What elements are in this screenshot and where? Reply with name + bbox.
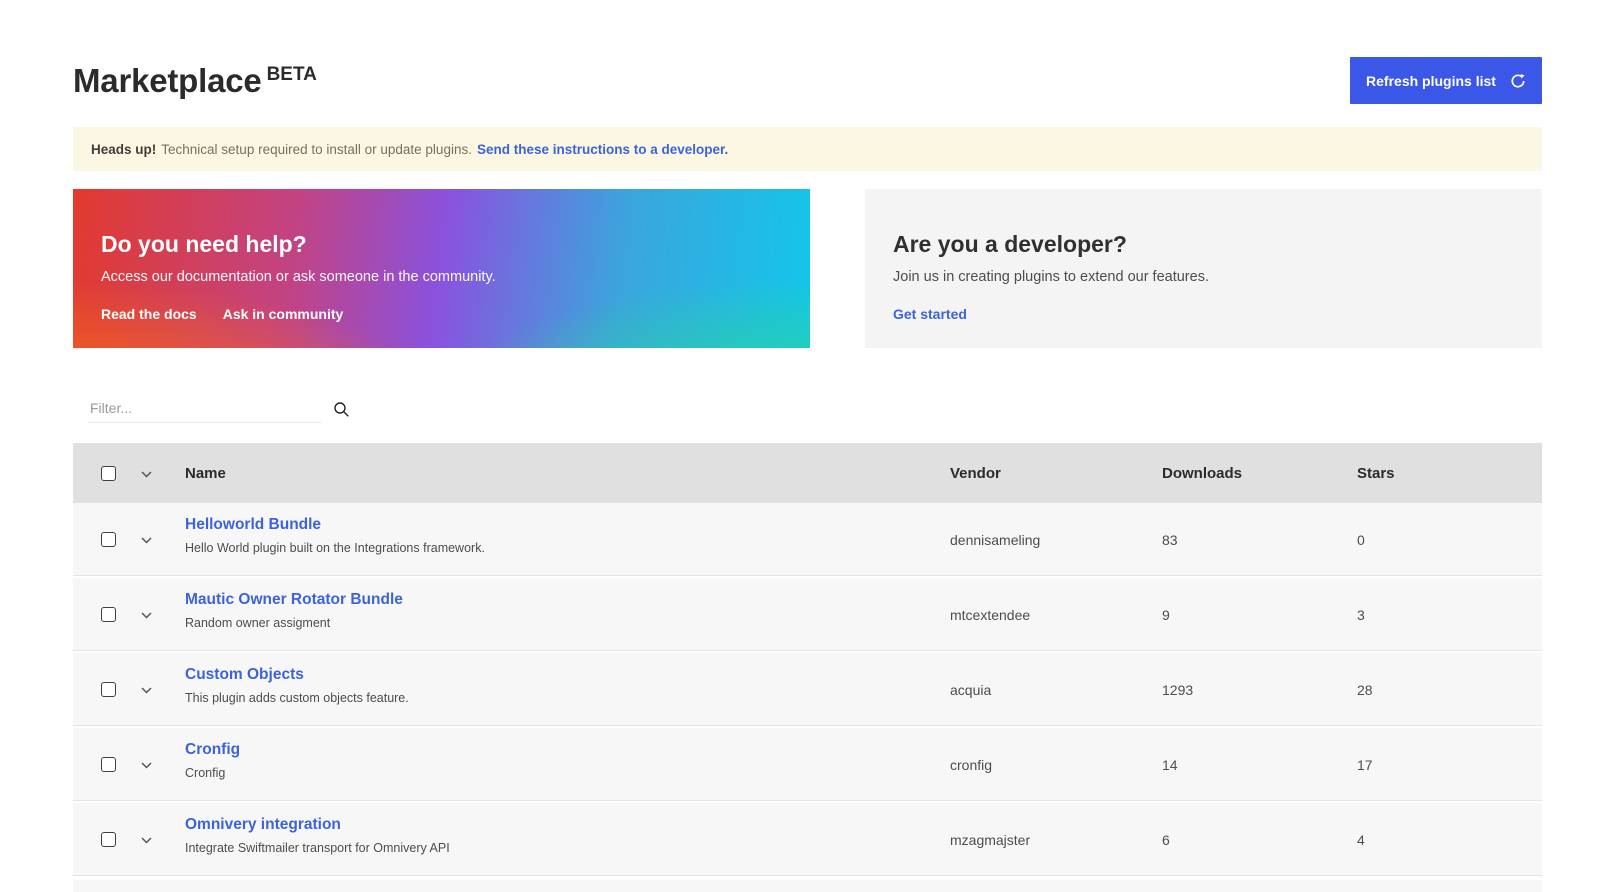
downloads-cell: 14 bbox=[1162, 757, 1357, 773]
stars-cell: 0 bbox=[1357, 532, 1542, 548]
help-card-title: Do you need help? bbox=[101, 231, 782, 258]
plugin-name-link[interactable]: Omnivery integration bbox=[185, 816, 341, 834]
plugin-name-cell: Helloworld Bundle Hello World plugin bui… bbox=[185, 503, 950, 555]
row-checkbox[interactable] bbox=[101, 757, 116, 772]
plugin-name-link[interactable]: Custom Objects bbox=[185, 666, 304, 684]
downloads-cell: 1293 bbox=[1162, 682, 1357, 698]
select-all-checkbox[interactable] bbox=[101, 466, 116, 481]
plugin-name-link[interactable]: Helloworld Bundle bbox=[185, 516, 321, 534]
developer-card: Are you a developer? Join us in creating… bbox=[865, 189, 1542, 348]
filter-row bbox=[73, 396, 1542, 423]
row-checkbox[interactable] bbox=[101, 607, 116, 622]
chevron-down-icon[interactable] bbox=[141, 471, 152, 478]
plugin-name-cell: Cronfig Cronfig bbox=[185, 728, 950, 780]
header-checkbox-cell bbox=[73, 466, 135, 481]
plugin-description: Random owner assigment bbox=[185, 616, 950, 630]
row-chevron-cell bbox=[135, 531, 185, 549]
refresh-icon bbox=[1510, 73, 1526, 89]
plugin-description: This plugin adds custom objects feature. bbox=[185, 691, 950, 705]
marketplace-page: MarketplaceBETA Refresh plugins list Hea… bbox=[73, 57, 1542, 892]
column-header-stars: Stars bbox=[1357, 465, 1542, 482]
refresh-plugins-button[interactable]: Refresh plugins list bbox=[1350, 57, 1542, 104]
table-row: Omnivery integration Integrate Swiftmail… bbox=[73, 803, 1542, 878]
plugin-name-cell: Custom Objects This plugin adds custom o… bbox=[185, 653, 950, 705]
developer-card-title: Are you a developer? bbox=[893, 231, 1514, 258]
alert-bold: Heads up! bbox=[91, 142, 156, 157]
chevron-down-icon[interactable] bbox=[141, 762, 152, 769]
chevron-down-icon[interactable] bbox=[141, 837, 152, 844]
plugin-name-link[interactable]: Cronfig bbox=[185, 741, 240, 759]
row-checkbox-cell bbox=[73, 532, 135, 547]
downloads-cell: 83 bbox=[1162, 532, 1357, 548]
row-checkbox-cell bbox=[73, 832, 135, 847]
chevron-down-icon[interactable] bbox=[141, 612, 152, 619]
plugin-description: Integrate Swiftmailer transport for Omni… bbox=[185, 841, 950, 855]
alert-text: Heads up! Technical setup required to ins… bbox=[91, 142, 728, 157]
header-chevron-cell bbox=[135, 465, 185, 482]
row-chevron-cell bbox=[135, 756, 185, 774]
vendor-cell: mzagmajster bbox=[950, 832, 1162, 848]
heads-up-alert: Heads up! Technical setup required to ins… bbox=[73, 127, 1542, 171]
plugin-name-cell: Omnivery integration Integrate Swiftmail… bbox=[185, 803, 950, 855]
column-header-downloads: Downloads bbox=[1162, 465, 1357, 482]
developer-card-links: Get started bbox=[893, 306, 1514, 322]
plugin-name-cell: Mautic Owner Rotator Bundle Random owner… bbox=[185, 578, 950, 630]
plugin-description: Hello World plugin built on the Integrat… bbox=[185, 541, 950, 555]
refresh-plugins-label: Refresh plugins list bbox=[1366, 73, 1496, 89]
page-title-text: Marketplace bbox=[73, 62, 262, 99]
table-row: Custom Objects This plugin adds custom o… bbox=[73, 653, 1542, 728]
row-chevron-cell bbox=[135, 606, 185, 624]
downloads-cell: 9 bbox=[1162, 607, 1357, 623]
row-checkbox-cell bbox=[73, 757, 135, 772]
ask-in-community-link[interactable]: Ask in community bbox=[223, 306, 344, 322]
downloads-cell: 6 bbox=[1162, 832, 1357, 848]
row-checkbox[interactable] bbox=[101, 832, 116, 847]
plugin-name-link[interactable]: Mautic Owner Rotator Bundle bbox=[185, 591, 403, 609]
table-row: Mautic Owner Rotator Bundle Random owner… bbox=[73, 578, 1542, 653]
read-the-docs-link[interactable]: Read the docs bbox=[101, 306, 197, 322]
search-icon[interactable] bbox=[333, 401, 350, 418]
page-title: MarketplaceBETA bbox=[73, 62, 317, 100]
help-card-description: Access our documentation or ask someone … bbox=[101, 269, 782, 285]
column-header-name: Name bbox=[185, 465, 950, 482]
table-row: Helloworld Bundle Hello World plugin bui… bbox=[73, 503, 1542, 578]
vendor-cell: mtcextendee bbox=[950, 607, 1162, 623]
developer-card-description: Join us in creating plugins to extend ou… bbox=[893, 269, 1514, 285]
filter-input[interactable] bbox=[88, 396, 321, 423]
stars-cell: 3 bbox=[1357, 607, 1542, 623]
table-header: Name Vendor Downloads Stars bbox=[73, 443, 1542, 503]
info-cards: Do you need help? Access our documentati… bbox=[73, 189, 1542, 348]
stars-cell: 28 bbox=[1357, 682, 1542, 698]
row-chevron-cell bbox=[135, 831, 185, 849]
table-row: Cronfig Cronfig cronfig 14 17 bbox=[73, 728, 1542, 803]
topbar: MarketplaceBETA Refresh plugins list bbox=[73, 57, 1542, 104]
column-header-vendor: Vendor bbox=[950, 465, 1162, 482]
plugins-table: Name Vendor Downloads Stars Helloworld B… bbox=[73, 443, 1542, 892]
help-card: Do you need help? Access our documentati… bbox=[73, 189, 810, 348]
row-checkbox-cell bbox=[73, 607, 135, 622]
row-chevron-cell bbox=[135, 681, 185, 699]
help-card-links: Read the docs Ask in community bbox=[101, 306, 782, 322]
vendor-cell: cronfig bbox=[950, 757, 1162, 773]
send-instructions-link[interactable]: Send these instructions to a developer. bbox=[477, 142, 728, 157]
chevron-down-icon[interactable] bbox=[141, 687, 152, 694]
vendor-cell: acquia bbox=[950, 682, 1162, 698]
table-body: Helloworld Bundle Hello World plugin bui… bbox=[73, 503, 1542, 878]
row-checkbox-cell bbox=[73, 682, 135, 697]
get-started-link[interactable]: Get started bbox=[893, 306, 967, 322]
row-checkbox[interactable] bbox=[101, 682, 116, 697]
chevron-down-icon[interactable] bbox=[141, 537, 152, 544]
table-row-partial bbox=[73, 878, 1542, 892]
stars-cell: 17 bbox=[1357, 757, 1542, 773]
beta-badge: BETA bbox=[267, 64, 317, 85]
plugin-description: Cronfig bbox=[185, 766, 950, 780]
vendor-cell: dennisameling bbox=[950, 532, 1162, 548]
row-checkbox[interactable] bbox=[101, 532, 116, 547]
alert-body: Technical setup required to install or u… bbox=[161, 142, 472, 157]
stars-cell: 4 bbox=[1357, 832, 1542, 848]
